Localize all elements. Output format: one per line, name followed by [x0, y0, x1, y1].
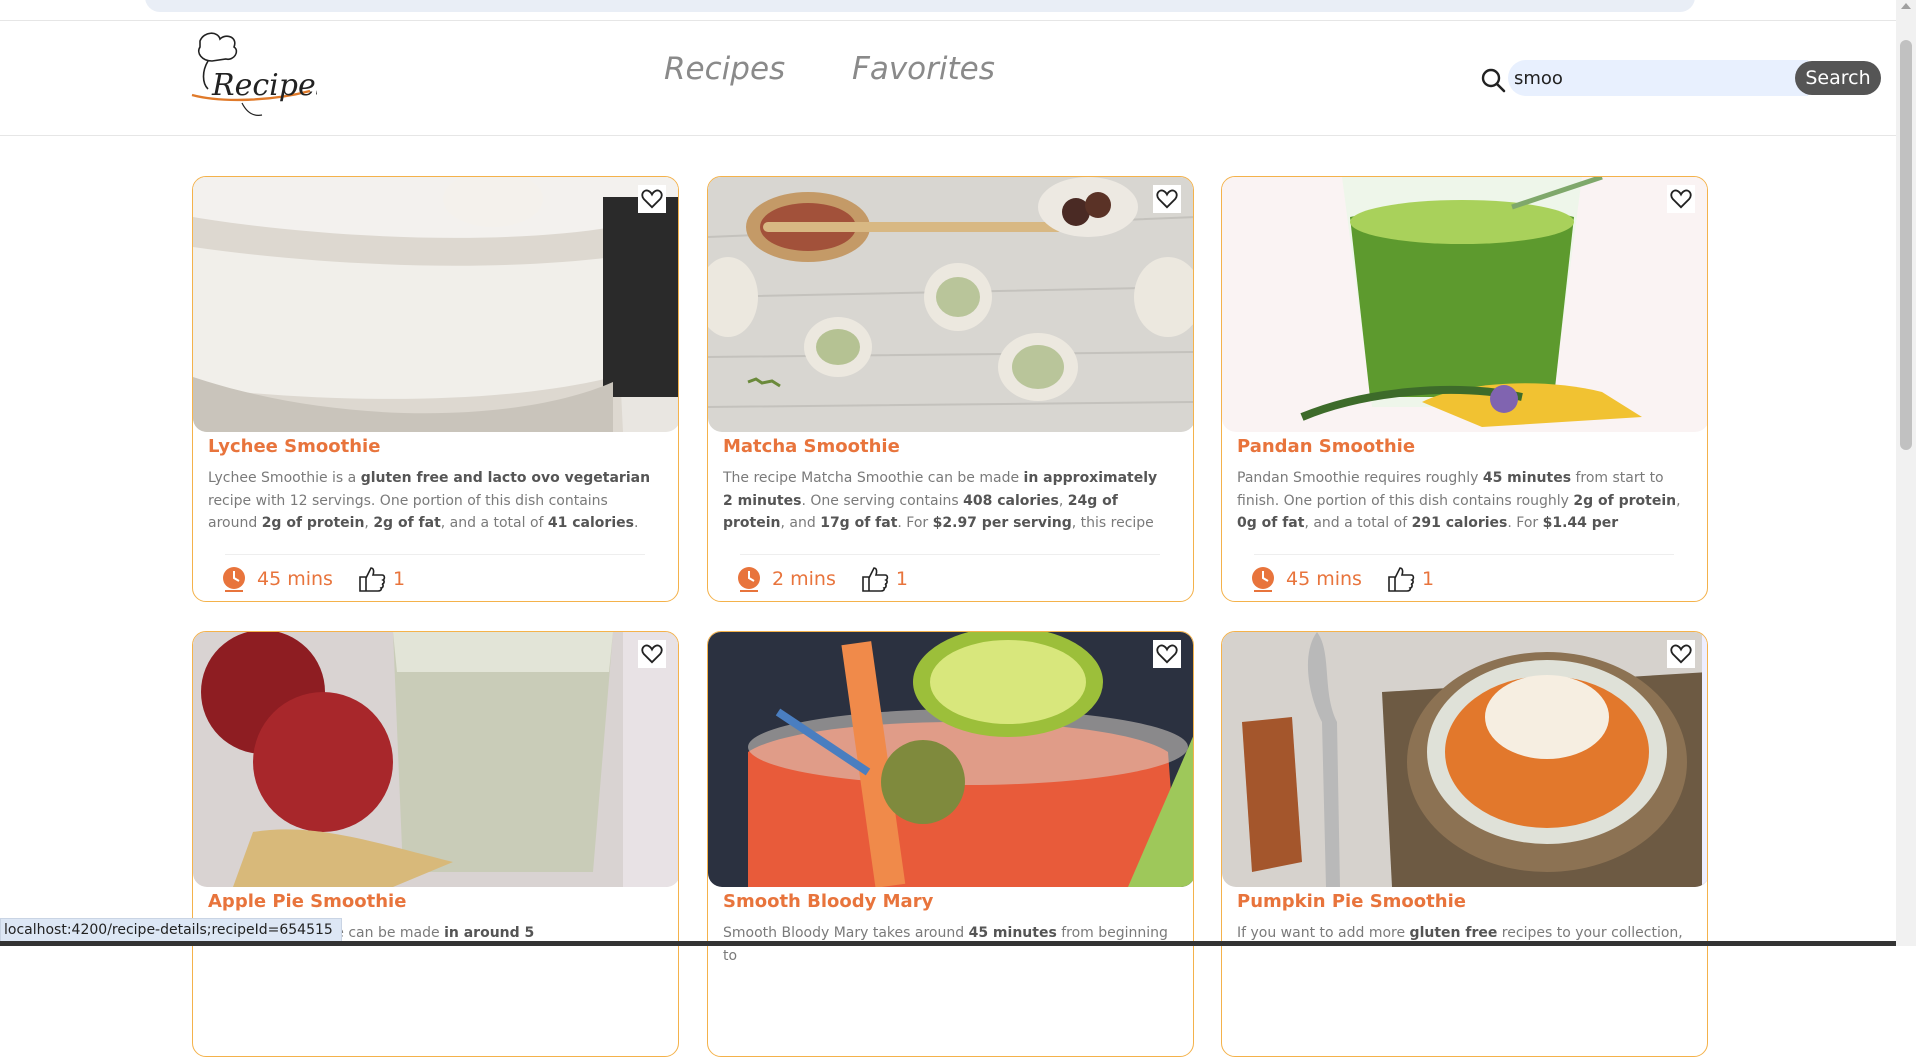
heart-outline-icon: [1670, 644, 1692, 664]
recipe-title[interactable]: Pandan Smoothie: [1237, 436, 1415, 457]
page-scrollbar[interactable]: [1896, 0, 1916, 946]
nav-recipes[interactable]: Recipes: [664, 51, 785, 87]
like-count: 1: [392, 568, 406, 590]
recipe-card[interactable]: Apple Pie Smoothie Apple Pie Smoothie ca…: [192, 631, 679, 1057]
ready-time: 45 mins: [1286, 568, 1362, 590]
recipe-card[interactable]: Pumpkin Pie Smoothie If you want to add …: [1221, 631, 1708, 1057]
thumbs-up-icon: [1388, 567, 1415, 592]
favorite-button[interactable]: [1667, 185, 1695, 213]
heart-outline-icon: [641, 189, 663, 209]
favorite-button[interactable]: [1153, 185, 1181, 213]
thumbs-up-icon: [359, 567, 386, 592]
recipe-card[interactable]: Smooth Bloody Mary Smooth Bloody Mary ta…: [707, 631, 1194, 1057]
thumbs-up-icon: [862, 567, 889, 592]
recipe-description: Smooth Bloody Mary takes around 45 minut…: [723, 925, 1168, 964]
recipes-logo[interactable]: Recipes: [182, 31, 331, 126]
ready-time: 45 mins: [257, 568, 333, 590]
taskbar-strip: [0, 941, 1896, 946]
like-count: 1: [895, 568, 908, 590]
recipe-title[interactable]: Smooth Bloody Mary: [723, 891, 933, 912]
recipe-title[interactable]: Lychee Smoothie: [208, 436, 380, 457]
divider: [740, 554, 1160, 555]
recipe-meta: 2 mins 1: [734, 562, 908, 596]
recipe-title[interactable]: Apple Pie Smoothie: [208, 891, 406, 912]
search-icon: [1480, 67, 1506, 93]
favorite-button[interactable]: [638, 185, 666, 213]
status-bar-url: localhost:4200/recipe-details;recipeId=6…: [0, 918, 342, 942]
scrollbar-thumb[interactable]: [1900, 40, 1912, 450]
scroll-up-arrow-icon[interactable]: [1901, 3, 1911, 9]
recipe-title[interactable]: Matcha Smoothie: [723, 436, 900, 457]
recipe-description: Pandan Smoothie requires roughly 45 minu…: [1237, 470, 1681, 531]
recipe-image[interactable]: [1222, 177, 1707, 432]
recipe-meta: 45 mins 1: [219, 562, 405, 596]
svg-text:Recipes: Recipes: [211, 68, 317, 103]
recipe-image[interactable]: [193, 177, 678, 432]
heart-outline-icon: [1156, 189, 1178, 209]
recipe-description: The recipe Matcha Smoothie can be made i…: [723, 470, 1158, 531]
favorite-button[interactable]: [638, 640, 666, 668]
recipe-image[interactable]: [708, 177, 1193, 432]
clock-icon: [738, 567, 760, 592]
favorite-button[interactable]: [1153, 640, 1181, 668]
recipe-meta: 45 mins 1: [1248, 562, 1434, 596]
heart-outline-icon: [1670, 189, 1692, 209]
clock-icon: [1252, 567, 1274, 592]
favorite-button[interactable]: [1667, 640, 1695, 668]
recipe-title[interactable]: Pumpkin Pie Smoothie: [1237, 891, 1466, 912]
recipe-card[interactable]: Lychee Smoothie Lychee Smoothie is a glu…: [192, 176, 679, 602]
recipe-image[interactable]: [193, 632, 678, 887]
recipe-card[interactable]: Matcha Smoothie The recipe Matcha Smooth…: [707, 176, 1194, 602]
divider: [225, 554, 645, 555]
browser-top-strip: [0, 0, 1896, 21]
search-button[interactable]: Search: [1795, 61, 1881, 95]
heart-outline-icon: [1156, 644, 1178, 664]
site-header: Recipes Recipes Favorites Search: [0, 21, 1896, 136]
recipe-description: If you want to add more gluten free reci…: [1237, 925, 1683, 941]
clock-icon: [223, 567, 245, 592]
recipe-card[interactable]: Pandan Smoothie Pandan Smoothie requires…: [1221, 176, 1708, 602]
heart-outline-icon: [641, 644, 663, 664]
recipe-image[interactable]: [708, 632, 1193, 887]
search-input[interactable]: [1508, 60, 1808, 96]
like-count: 1: [1421, 568, 1435, 590]
nav-favorites[interactable]: Favorites: [852, 51, 995, 87]
recipe-image[interactable]: [1222, 632, 1707, 887]
divider: [1254, 554, 1674, 555]
recipe-description: Lychee Smoothie is a gluten free and lac…: [208, 470, 651, 531]
ready-time: 2 mins: [772, 568, 836, 590]
address-bar[interactable]: [145, 0, 1695, 12]
